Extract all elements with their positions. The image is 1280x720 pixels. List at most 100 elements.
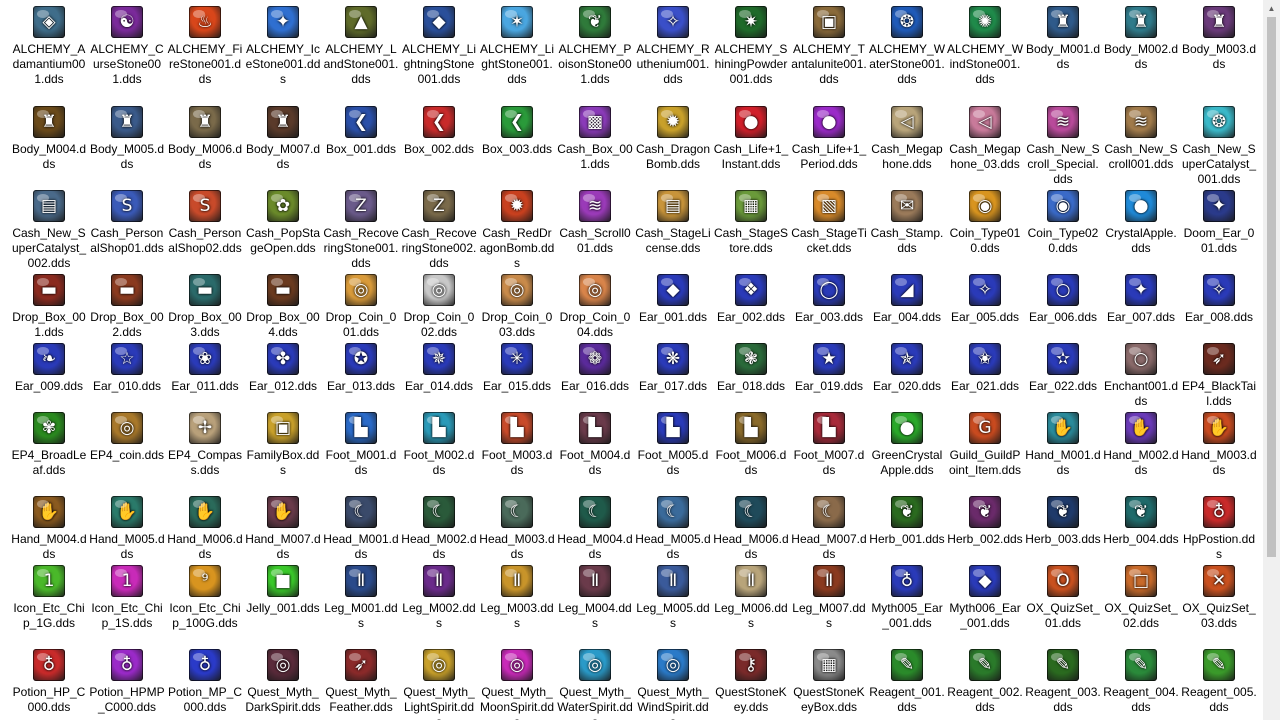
file-item[interactable]: ♨ ALCHEMY_FireStone001.dds (166, 6, 244, 87)
file-item[interactable]: ☾ Head_M007.dds (790, 496, 868, 562)
file-item[interactable]: ◎ Drop_Coin_003.dds (478, 274, 556, 340)
file-item[interactable]: ◎ Drop_Coin_001.dds (322, 274, 400, 340)
file-item[interactable]: ♜ Body_M002.dds (1102, 6, 1180, 72)
file-item[interactable]: ✧ Ear_005.dds (946, 274, 1024, 325)
file-item[interactable]: ♁ Potion_HP_C000.dds (10, 649, 88, 715)
file-item[interactable]: S Cash_PersonalShop02.dds (166, 190, 244, 256)
file-item[interactable]: ⚷ QuestStoneKey.dds (712, 649, 790, 715)
file-item[interactable]: ✹ Cash_DragonBomb.dds (634, 106, 712, 172)
file-item[interactable]: ✎ Reagent_001.dds (868, 649, 946, 715)
file-item[interactable]: Ⅱ Leg_M002.dds (400, 565, 478, 631)
file-item[interactable]: ● GreenCrystalApple.dds (868, 412, 946, 478)
file-item[interactable]: ▙ Foot_M001.dds (322, 412, 400, 478)
file-item[interactable]: ➶ EP4_BlackTail.dds (1180, 343, 1258, 409)
file-item[interactable]: ❁ Ear_016.dds (556, 343, 634, 394)
file-item[interactable]: ✧ Ear_008.dds (1180, 274, 1258, 325)
file-item[interactable]: ❦ Herb_003.dds (1024, 496, 1102, 547)
file-item[interactable]: ◎ Quest_Myth_WaterSpirit.dds (556, 649, 634, 720)
file-item[interactable]: ✬ Ear_021.dds (946, 343, 1024, 394)
file-item[interactable]: ▤ Cash_New_SuperCatalyst_002.dds (10, 190, 88, 271)
file-item[interactable]: Ⅱ Leg_M004.dds (556, 565, 634, 631)
file-item[interactable]: ≋ Cash_New_Scroll001.dds (1102, 106, 1180, 172)
file-item[interactable]: ❋ Ear_017.dds (634, 343, 712, 394)
file-item[interactable]: ❦ Herb_001.dds (868, 496, 946, 547)
file-item[interactable]: ◎ Quest_Myth_WindSpirit.dds (634, 649, 712, 720)
file-item[interactable]: ✉ Cash_Stamp.dds (868, 190, 946, 256)
file-item[interactable]: ▙ Foot_M006.dds (712, 412, 790, 478)
file-item[interactable]: ○ Enchant001.dds (1102, 343, 1180, 409)
file-item[interactable]: ❮ Box_002.dds (400, 106, 478, 157)
file-item[interactable]: ◆ Ear_001.dds (634, 274, 712, 325)
file-item[interactable]: ✦ ALCHEMY_IceStone001.dds (244, 6, 322, 87)
file-item[interactable]: ❖ Ear_002.dds (712, 274, 790, 325)
file-item[interactable]: ✎ Reagent_003.dds (1024, 649, 1102, 715)
file-item[interactable]: Ⅱ Leg_M001.dds (322, 565, 400, 631)
file-item[interactable]: ≋ Cash_Scroll001.dds (556, 190, 634, 256)
file-item[interactable]: ❀ Ear_011.dds (166, 343, 244, 394)
file-item[interactable]: Ⅱ Leg_M006.dds (712, 565, 790, 631)
file-item[interactable]: ◎ EP4_coin.dds (88, 412, 166, 463)
file-item[interactable]: ✪ Ear_013.dds (322, 343, 400, 394)
file-item[interactable]: ▦ QuestStoneKeyBox.dds (790, 649, 868, 715)
file-item[interactable]: ⁹ Icon_Etc_Chip_100G.dds (166, 565, 244, 631)
file-item[interactable]: ■ Jelly_001.dds (244, 565, 322, 616)
file-item[interactable]: ✹ Cash_RedDragonBomb.dds (478, 190, 556, 271)
file-item[interactable]: ◁ Cash_Megaphone_03.dds (946, 106, 1024, 172)
file-item[interactable]: ◉ Coin_Type020.dds (1024, 190, 1102, 256)
file-item[interactable]: ✷ ALCHEMY_ShiningPowder001.dds (712, 6, 790, 87)
file-item[interactable]: ✵ Ear_014.dds (400, 343, 478, 394)
file-item[interactable]: ◎ Drop_Coin_002.dds (400, 274, 478, 340)
file-item[interactable]: ♜ Body_M004.dds (10, 106, 88, 172)
scroll-up-arrow-icon[interactable]: ▲ (1263, 0, 1280, 17)
file-item[interactable]: ☆ Ear_010.dds (88, 343, 166, 394)
file-item[interactable]: ▩ Cash_Box_001.dds (556, 106, 634, 172)
file-item[interactable]: ▲ ALCHEMY_LandStone001.dds (322, 6, 400, 87)
file-item[interactable]: Ⅱ Leg_M005.dds (634, 565, 712, 631)
file-item[interactable]: ● CrystalApple.dds (1102, 190, 1180, 256)
file-item[interactable]: Ⅱ Leg_M003.dds (478, 565, 556, 631)
file-item[interactable]: ✋ Hand_M001.dds (1024, 412, 1102, 478)
file-item[interactable]: ☾ Head_M002.dds (400, 496, 478, 562)
file-item[interactable]: ❮ Box_001.dds (322, 106, 400, 157)
file-item[interactable]: ✋ Hand_M002.dds (1102, 412, 1180, 478)
file-item[interactable]: ▣ ALCHEMY_Tantalunite001.dds (790, 6, 868, 87)
file-item[interactable]: ☾ Head_M005.dds (634, 496, 712, 562)
file-item[interactable]: ❧ Ear_009.dds (10, 343, 88, 394)
file-item[interactable]: ♜ Body_M003.dds (1180, 6, 1258, 72)
file-item[interactable]: ▙ Foot_M002.dds (400, 412, 478, 478)
file-item[interactable]: ▙ Foot_M007.dds (790, 412, 868, 478)
file-item[interactable]: S Cash_PersonalShop01.dds (88, 190, 166, 256)
vertical-scrollbar[interactable]: ▲ (1263, 0, 1280, 720)
file-item[interactable]: ✾ EP4_BroadLeaf.dds (10, 412, 88, 478)
file-item[interactable]: ✋ Hand_M005.dds (88, 496, 166, 562)
file-item[interactable]: Ⅱ Leg_M007.dds (790, 565, 868, 631)
file-item[interactable]: ▬ Drop_Box_002.dds (88, 274, 166, 340)
file-item[interactable]: ● Cash_Life+1_Instant.dds (712, 106, 790, 172)
file-item[interactable]: ★ Ear_019.dds (790, 343, 868, 394)
file-item[interactable]: ♜ Body_M001.dds (1024, 6, 1102, 72)
file-item[interactable]: ✦ Ear_007.dds (1102, 274, 1180, 325)
file-item[interactable]: ◯ Ear_003.dds (790, 274, 868, 325)
scroll-thumb[interactable] (1267, 17, 1276, 557)
file-item[interactable]: ✋ Hand_M007.dds (244, 496, 322, 562)
file-item[interactable]: ☯ ALCHEMY_CurseStone001.dds (88, 6, 166, 87)
file-item[interactable]: ▬ Drop_Box_004.dds (244, 274, 322, 340)
file-item[interactable]: ◈ ALCHEMY_Adamantium001.dds (10, 6, 88, 87)
file-item[interactable]: ♜ Body_M005.dds (88, 106, 166, 172)
file-item[interactable]: Z Cash_RecoveringStone001.dds (322, 190, 400, 271)
file-item[interactable]: 1 Icon_Etc_Chip_1S.dds (88, 565, 166, 631)
file-item[interactable]: 1 Icon_Etc_Chip_1G.dds (10, 565, 88, 631)
file-item[interactable]: ❦ Herb_004.dds (1102, 496, 1180, 547)
file-item[interactable]: ✎ Reagent_002.dds (946, 649, 1024, 715)
file-item[interactable]: ♜ Body_M006.dds (166, 106, 244, 172)
file-item[interactable]: ☾ Head_M006.dds (712, 496, 790, 562)
file-item[interactable]: ▤ Cash_StageLicense.dds (634, 190, 712, 256)
file-item[interactable]: ✎ Reagent_005.dds (1180, 649, 1258, 715)
file-item[interactable]: ✤ Ear_012.dds (244, 343, 322, 394)
file-item[interactable]: ♁ Myth005_Ear_001.dds (868, 565, 946, 631)
file-item[interactable]: ≋ Cash_New_Scroll_Special.dds (1024, 106, 1102, 187)
file-item[interactable]: ▙ Foot_M004.dds (556, 412, 634, 478)
file-item[interactable]: ♁ HpPostion.dds (1180, 496, 1258, 562)
file-item[interactable]: ✫ Ear_022.dds (1024, 343, 1102, 394)
file-item[interactable]: ▦ Cash_StageStore.dds (712, 190, 790, 256)
